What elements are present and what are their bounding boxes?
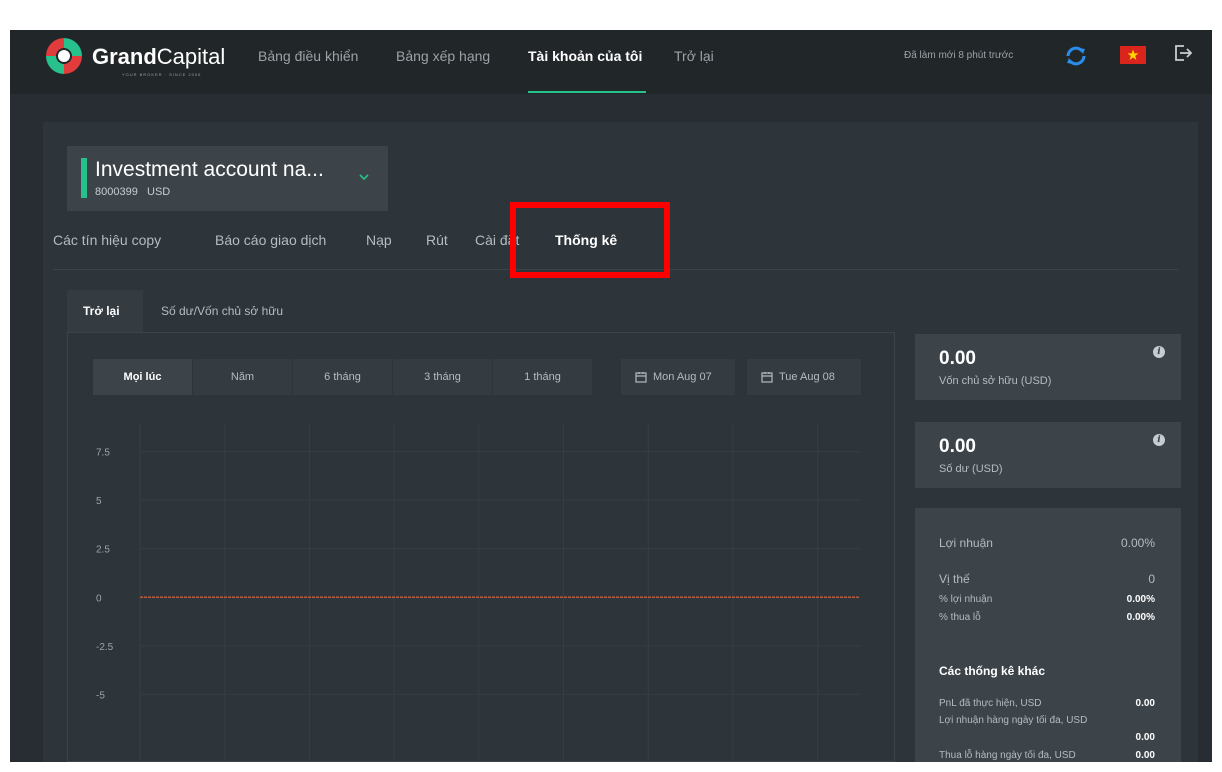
nav-leaderboard[interactable]: Bảng xếp hạng: [396, 48, 490, 64]
max-daily-loss-label: Thua lỗ hàng ngày tối đa, USD: [939, 750, 1076, 761]
pct-loss-value: 0.00%: [1126, 612, 1155, 623]
max-daily-loss-value: 0.00: [1135, 750, 1155, 761]
returns-chart: 7.5 5 2.5 0 -2.5 -5: [96, 423, 860, 762]
nav-my-account[interactable]: Tài khoản của tôi: [528, 48, 642, 64]
refresh-icon[interactable]: [1064, 44, 1088, 68]
max-daily-profit-value: 0.00: [1135, 732, 1155, 743]
statistics-card: Lợi nhuận 0.00% Vị thế 0 % lợi nhuận 0.0…: [915, 508, 1181, 762]
top-navigation: GrandCapital YOUR BROKER · SINCE 2006 Bả…: [10, 30, 1212, 94]
logo-icon: [46, 38, 82, 74]
logout-icon[interactable]: [1172, 42, 1194, 64]
subtab-withdraw[interactable]: Rút: [426, 232, 448, 248]
pct-loss-row: % thua lỗ 0.00%: [939, 612, 1155, 623]
pct-profit-row: % lợi nhuận 0.00%: [939, 594, 1155, 605]
equity-card: 0.00 Vốn chủ sở hữu (USD) i: [915, 334, 1181, 400]
date-from-button[interactable]: Mon Aug 07: [621, 359, 735, 395]
info-icon[interactable]: i: [1153, 434, 1165, 446]
active-nav-indicator: [528, 91, 646, 93]
max-daily-profit-label: Lợi nhuận hàng ngày tối đa, USD: [939, 715, 1088, 726]
pct-loss-label: % thua lỗ: [939, 612, 981, 623]
positions-row: Vị thế 0: [939, 572, 1155, 586]
refresh-status: Đã làm mới 8 phút trước: [904, 50, 1014, 61]
pct-profit-label: % lợi nhuận: [939, 594, 993, 605]
realized-pnl-value: 0.00: [1135, 698, 1155, 709]
chart-y-tick-label: 5: [96, 496, 102, 507]
nav-back[interactable]: Trở lại: [674, 48, 714, 64]
chart-y-tick-label: 2.5: [96, 545, 110, 556]
subtab-deposit[interactable]: Nạp: [366, 232, 392, 248]
subtab-copy-signals[interactable]: Các tín hiệu copy: [53, 232, 161, 248]
realized-pnl-label: PnL đã thực hiện, USD: [939, 698, 1042, 709]
period-3-months[interactable]: 3 tháng: [393, 359, 493, 395]
info-icon[interactable]: i: [1153, 346, 1165, 358]
highlight-annotation: [510, 202, 670, 278]
nav-dashboard[interactable]: Bảng điều khiển: [258, 48, 358, 64]
logo-tagline: YOUR BROKER · SINCE 2006: [122, 72, 202, 77]
subtab-trade-report[interactable]: Báo cáo giao dịch: [215, 232, 326, 248]
account-name: Investment account na...: [95, 158, 324, 181]
chart-y-tick-label: 0: [96, 593, 102, 604]
chevron-down-icon: [359, 174, 369, 181]
balance-label: Số dư (USD): [939, 463, 1003, 475]
profit-value: 0.00%: [1120, 536, 1155, 550]
grandcapital-logo[interactable]: GrandCapital YOUR BROKER · SINCE 2006: [44, 36, 244, 84]
realized-pnl-row: PnL đã thực hiện, USD 0.00: [939, 698, 1155, 709]
chart-y-tick-label: -2.5: [96, 642, 114, 653]
vietnam-flag-icon[interactable]: [1120, 46, 1146, 64]
other-stats-title: Các thống kê khác: [939, 664, 1046, 678]
period-6-months[interactable]: 6 tháng: [293, 359, 393, 395]
period-all-time[interactable]: Mọi lúc: [93, 359, 193, 395]
account-selector[interactable]: Investment account na... 8000399 USD: [67, 146, 388, 211]
pct-profit-value: 0.00%: [1126, 594, 1155, 605]
balance-card: 0.00 Số dư (USD) i: [915, 422, 1181, 488]
profit-row: Lợi nhuận 0.00%: [939, 536, 1155, 550]
balance-value: 0.00: [939, 436, 976, 457]
positions-value: 0: [1148, 572, 1155, 586]
account-number: 8000399 USD: [95, 186, 171, 198]
period-year[interactable]: Năm: [193, 359, 293, 395]
tab-returns[interactable]: Trở lại: [67, 290, 143, 332]
calendar-icon: [761, 372, 773, 383]
chart-panel: Mọi lúc Năm 6 tháng 3 tháng 1 tháng Mon …: [67, 332, 895, 762]
chart-y-tick-label: 7.5: [96, 448, 110, 459]
logo-wordmark: GrandCapital: [92, 44, 226, 69]
account-color-bar: [81, 158, 87, 198]
date-from-value: Mon Aug 07: [653, 371, 712, 383]
profit-label: Lợi nhuận: [939, 536, 993, 550]
app-window: GrandCapital YOUR BROKER · SINCE 2006 Bả…: [10, 30, 1212, 762]
positions-label: Vị thế: [939, 572, 970, 586]
equity-value: 0.00: [939, 348, 976, 369]
chart-y-tick-label: -5: [96, 690, 105, 701]
equity-label: Vốn chủ sở hữu (USD): [939, 375, 1052, 387]
period-1-month[interactable]: 1 tháng: [493, 359, 593, 395]
max-daily-loss-row: Thua lỗ hàng ngày tối đa, USD 0.00: [939, 750, 1155, 761]
date-to-button[interactable]: Tue Aug 08: [747, 359, 861, 395]
date-to-value: Tue Aug 08: [779, 371, 835, 383]
main-panel: Investment account na... 8000399 USD Các…: [43, 122, 1198, 762]
tab-balance-equity[interactable]: Số dư/Vốn chủ sở hữu: [161, 290, 283, 332]
calendar-icon: [635, 372, 647, 383]
